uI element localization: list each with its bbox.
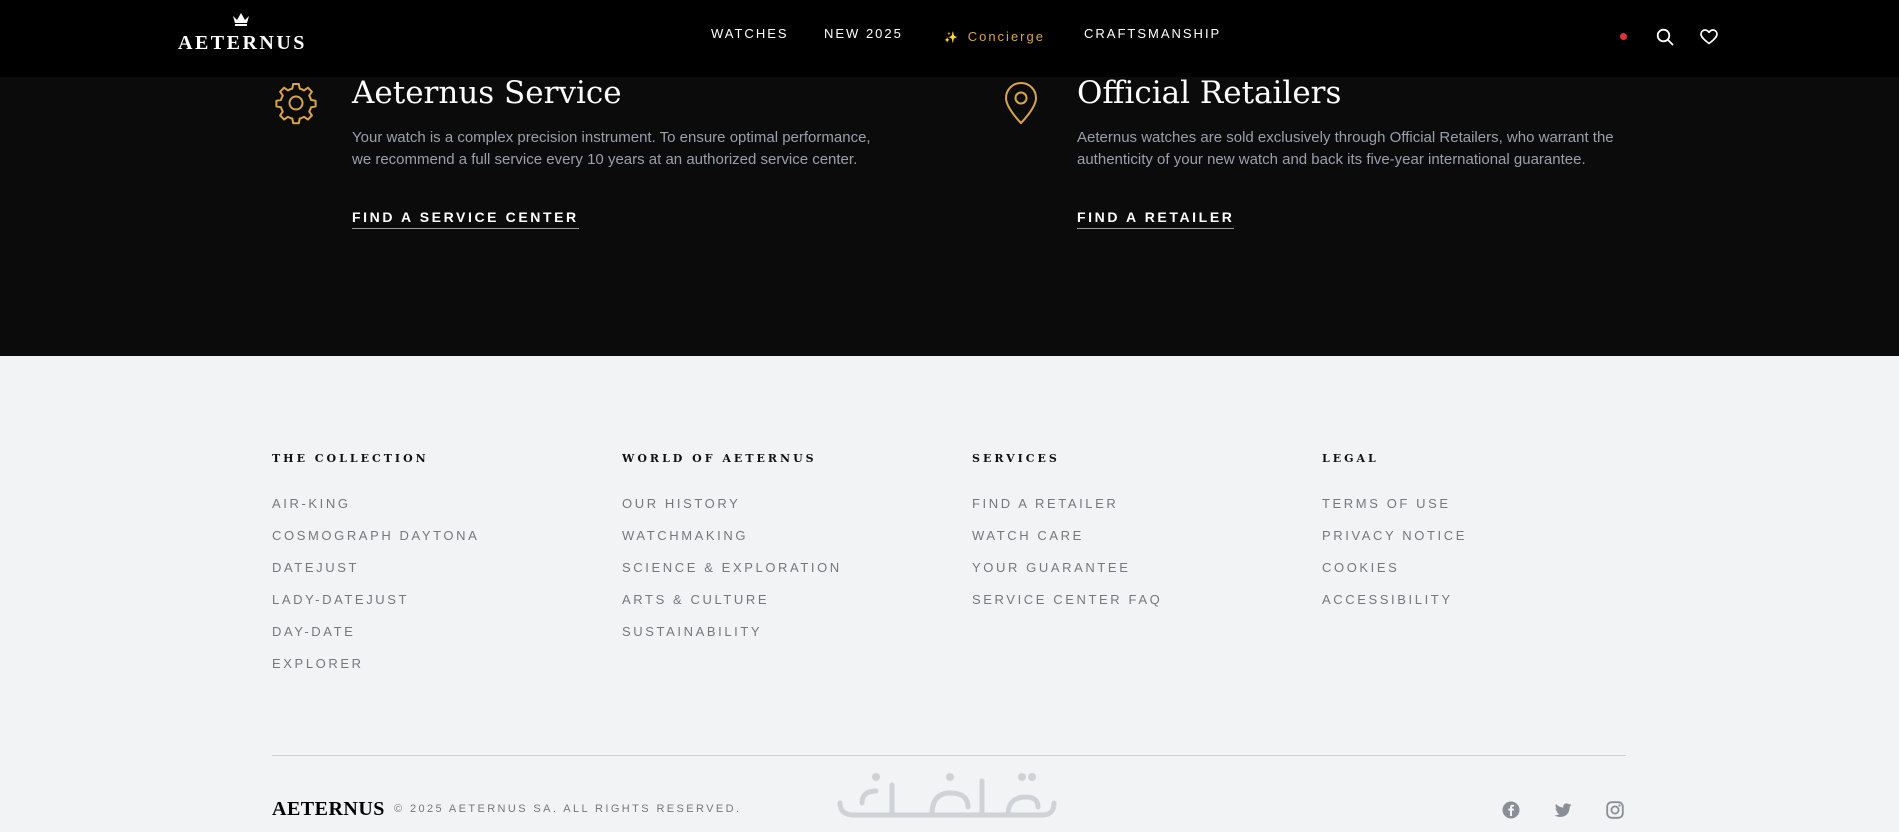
- service-title: Aeternus Service: [352, 75, 622, 111]
- footer-link[interactable]: SUSTAINABILITY: [622, 624, 762, 639]
- location-pin-icon: [1005, 82, 1037, 124]
- footer-link[interactable]: TERMS OF USE: [1322, 496, 1451, 511]
- nav-new-2025[interactable]: NEW 2025: [824, 26, 903, 41]
- footer-link[interactable]: SCIENCE & EXPLORATION: [622, 560, 842, 575]
- nav-concierge[interactable]: ✨ Concierge: [944, 29, 1045, 44]
- instagram-icon[interactable]: [1605, 800, 1625, 820]
- retailer-description: Aeternus watches are sold exclusively th…: [1077, 129, 1614, 168]
- footer-column-services: SERVICES FIND A RETAILER WATCH CARE YOUR…: [972, 452, 1292, 623]
- facebook-icon[interactable]: [1501, 800, 1521, 820]
- footer-link[interactable]: COSMOGRAPH DAYTONA: [272, 528, 479, 543]
- footer-link[interactable]: COOKIES: [1322, 560, 1399, 575]
- site-header: AETERNUS WATCHES NEW 2025 ✨ Concierge CRA…: [0, 0, 1899, 77]
- footer-logo[interactable]: AETERNUS: [272, 798, 385, 821]
- footer-link[interactable]: PRIVACY NOTICE: [1322, 528, 1467, 543]
- nav-concierge-label: Concierge: [967, 29, 1045, 44]
- search-icon[interactable]: [1654, 26, 1676, 48]
- footer-link[interactable]: FIND A RETAILER: [972, 496, 1118, 511]
- footer-column-legal: LEGAL TERMS OF USE PRIVACY NOTICE COOKIE…: [1322, 452, 1642, 623]
- footer-divider: [272, 755, 1626, 756]
- sparkle-icon: ✨: [944, 32, 960, 44]
- footer-column-heading: LEGAL: [1322, 452, 1379, 465]
- footer-column-heading: SERVICES: [972, 452, 1060, 465]
- find-retailer-link[interactable]: FIND A RETAILER: [1077, 209, 1235, 229]
- footer-column-heading: WORLD OF AETERNUS: [622, 452, 817, 465]
- footer-link[interactable]: WATCHMAKING: [622, 528, 748, 543]
- service-description: Your watch is a complex precision instru…: [352, 129, 871, 168]
- twitter-icon[interactable]: [1553, 800, 1573, 820]
- footer-link[interactable]: WATCH CARE: [972, 528, 1084, 543]
- footer-link[interactable]: ARTS & CULTURE: [622, 592, 769, 607]
- gear-icon: [275, 83, 317, 125]
- footer-link[interactable]: YOUR GUARANTEE: [972, 560, 1130, 575]
- footer-link[interactable]: ACCESSIBILITY: [1322, 592, 1453, 607]
- nav-watches[interactable]: WATCHES: [711, 26, 789, 41]
- footer-link[interactable]: OUR HISTORY: [622, 496, 740, 511]
- footer-column-collection: THE COLLECTION AIR-KING COSMOGRAPH DAYTO…: [272, 452, 592, 687]
- footer-link[interactable]: AIR-KING: [272, 496, 351, 511]
- footer-column-heading: THE COLLECTION: [272, 452, 429, 465]
- notification-dot: [1620, 33, 1627, 40]
- copyright-text: © 2025 AETERNUS SA. ALL RIGHTS RESERVED.: [394, 803, 742, 815]
- footer-link[interactable]: EXPLORER: [272, 656, 364, 671]
- footer-link[interactable]: DAY-DATE: [272, 624, 355, 639]
- find-service-center-link[interactable]: FIND A SERVICE CENTER: [352, 209, 579, 229]
- footer-column-world: WORLD OF AETERNUS OUR HISTORY WATCHMAKIN…: [622, 452, 942, 655]
- footer-link[interactable]: DATEJUST: [272, 560, 359, 575]
- heart-icon[interactable]: [1698, 26, 1720, 48]
- crown-icon: [233, 13, 249, 26]
- footer-link[interactable]: LADY-DATEJUST: [272, 592, 409, 607]
- service-band: Aeternus Service Your watch is a complex…: [0, 75, 1899, 356]
- retailer-title: Official Retailers: [1077, 75, 1342, 111]
- main-nav: WATCHES NEW 2025 ✨ Concierge CRAFTSMANSHI…: [0, 26, 1899, 46]
- watermark-logo: [837, 773, 1057, 818]
- nav-craftsmanship[interactable]: CRAFTSMANSHIP: [1084, 26, 1221, 41]
- footer-link[interactable]: SERVICE CENTER FAQ: [972, 592, 1162, 607]
- site-footer: THE COLLECTION AIR-KING COSMOGRAPH DAYTO…: [0, 356, 1899, 832]
